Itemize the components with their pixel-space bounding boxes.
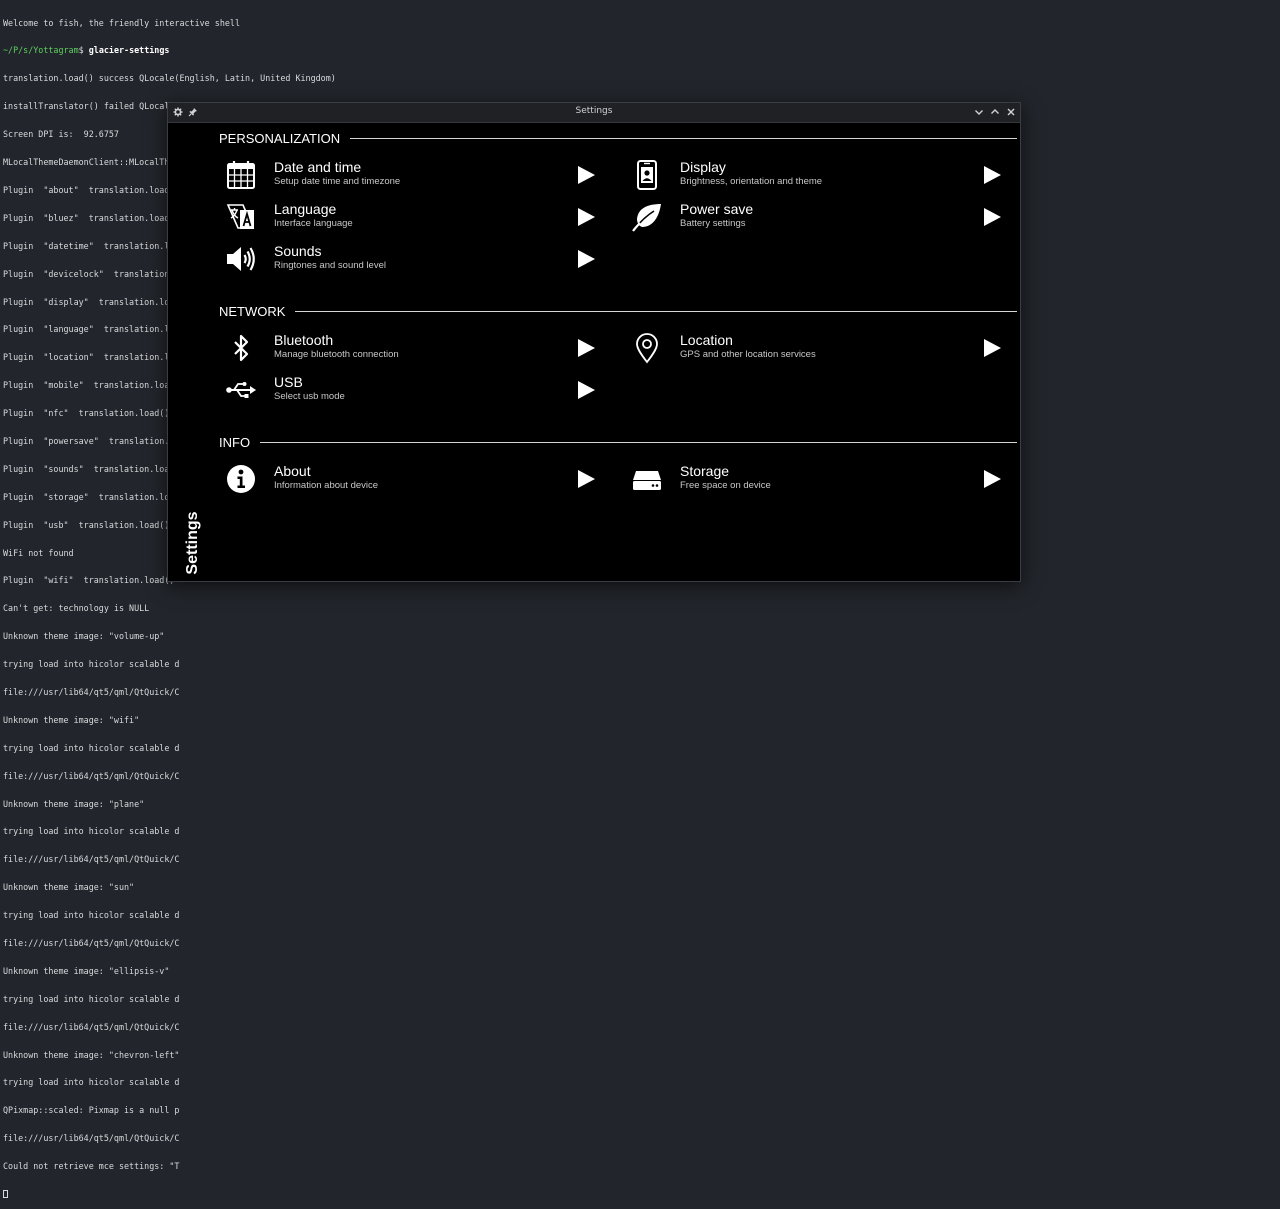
terminal-line: translation.load() success QLocale(Engli…: [3, 74, 336, 84]
page-title-label: Settings: [184, 511, 201, 575]
chevron-down-icon: [975, 110, 983, 115]
play-arrow-icon: [984, 166, 1001, 184]
terminal-line: file:///usr/lib64/qt5/qml/QtQuick/C: [3, 855, 180, 865]
maximize-button[interactable]: [988, 105, 1002, 119]
item-label: Display: [680, 159, 726, 175]
bluetooth-icon: [224, 331, 258, 365]
item-label: Storage: [680, 463, 730, 479]
settings-item-language[interactable]: Language Interface language: [221, 198, 596, 236]
terminal-line: Unknown theme image: "chevron-left": [3, 1050, 180, 1060]
settings-item-bluetooth[interactable]: Bluetooth Manage bluetooth connection: [221, 329, 596, 367]
terminal-line: Unknown theme image: "sun": [3, 883, 135, 893]
section-header-network: NETWORK: [219, 303, 1017, 319]
section-divider: [260, 441, 1017, 443]
settings-item-storage[interactable]: Storage Free space on device: [627, 460, 1002, 498]
item-description: Battery settings: [680, 218, 746, 229]
item-label: About: [274, 463, 311, 479]
play-arrow-icon: [578, 250, 595, 268]
item-description: Brightness, orientation and theme: [680, 176, 823, 187]
item-label: Sounds: [274, 243, 322, 259]
terminal-line: QPixmap::scaled: Pixmap is a null p: [3, 1106, 180, 1116]
play-arrow-icon: [578, 381, 595, 399]
terminal-line: file:///usr/lib64/qt5/qml/QtQuick/C: [3, 1134, 180, 1144]
translate-icon: [224, 200, 258, 234]
play-arrow-icon: [984, 339, 1001, 357]
settings-item-usb[interactable]: USB Select usb mode: [221, 371, 596, 409]
terminal-line: trying load into hicolor scalable d: [3, 994, 180, 1004]
terminal-line: Unknown theme image: "volume-up": [3, 632, 165, 642]
item-description: GPS and other location services: [680, 349, 816, 360]
item-label: Language: [274, 201, 337, 217]
terminal-line: trying load into hicolor scalable d: [3, 1078, 180, 1088]
settings-item-sounds[interactable]: Sounds Ringtones and sound level: [221, 240, 596, 278]
section-divider: [350, 137, 1017, 139]
terminal-prompt-line[interactable]: ~/P/s/Yottagram$ glacier-settings: [3, 46, 1280, 55]
section-header-info: INFO: [219, 434, 1017, 450]
terminal-cursor-line: [3, 1190, 1280, 1199]
window-titlebar[interactable]: Settings: [168, 103, 1020, 123]
terminal-line: file:///usr/lib64/qt5/qml/QtQuick/C: [3, 687, 180, 697]
settings-item-location[interactable]: Location GPS and other location services: [627, 329, 1002, 367]
section-divider: [295, 310, 1017, 312]
terminal-line: trying load into hicolor scalable d: [3, 827, 180, 837]
section-title: PERSONALIZATION: [219, 130, 341, 146]
terminal-line: Unknown theme image: "ellipsis-v": [3, 966, 170, 976]
play-arrow-icon: [578, 470, 595, 488]
terminal-line: file:///usr/lib64/qt5/qml/QtQuick/C: [3, 938, 180, 948]
prompt-symbol: $: [78, 46, 84, 56]
section-title: INFO: [219, 434, 251, 450]
terminal-line: file:///usr/lib64/qt5/qml/QtQuick/C: [3, 1022, 180, 1032]
section-title: NETWORK: [219, 303, 286, 319]
item-label: Bluetooth: [274, 332, 334, 348]
close-icon: [1007, 108, 1015, 116]
item-label: Location: [680, 332, 733, 348]
prompt-path: ~/P/s/Yottagram: [3, 46, 79, 56]
item-description: Interface language: [274, 218, 353, 229]
terminal-line: trying load into hicolor scalable d: [3, 743, 180, 753]
play-arrow-icon: [984, 470, 1001, 488]
item-description: Information about device: [274, 480, 379, 491]
terminal-line: Could not retrieve mce settings: "T: [3, 1162, 180, 1172]
minimize-button[interactable]: [972, 105, 986, 119]
terminal-line: Welcome to fish, the friendly interactiv…: [3, 18, 240, 28]
settings-item-about[interactable]: About Information about device: [221, 460, 596, 498]
item-description: Setup date time and timezone: [274, 176, 401, 187]
page-title: Settings: [178, 511, 208, 575]
terminal-line: Can't get: technology is NULL: [3, 604, 150, 614]
settings-item-display[interactable]: Display Brightness, orientation and them…: [627, 156, 1002, 194]
item-label: USB: [274, 374, 303, 390]
terminal-line: file:///usr/lib64/qt5/qml/QtQuick/C: [3, 771, 180, 781]
hard-drive-icon: [630, 462, 664, 496]
terminal-line: trying load into hicolor scalable d: [3, 911, 180, 921]
terminal-cursor: [3, 1190, 8, 1198]
play-arrow-icon: [984, 208, 1001, 226]
phone-icon: [630, 158, 664, 192]
leaf-icon: [630, 200, 664, 234]
item-description: Ringtones and sound level: [274, 260, 386, 271]
terminal-line: Unknown theme image: "wifi": [3, 715, 140, 725]
play-arrow-icon: [578, 339, 595, 357]
item-label: Power save: [680, 201, 754, 217]
map-pin-icon: [630, 331, 664, 365]
section-header-personalization: PERSONALIZATION: [219, 130, 1017, 146]
window-title: Settings: [575, 106, 613, 116]
play-arrow-icon: [578, 166, 595, 184]
usb-icon: [224, 373, 258, 407]
item-description: Manage bluetooth connection: [274, 349, 399, 360]
close-button[interactable]: [1004, 105, 1018, 119]
settings-window: Settings Settings PERSONALIZATION Date a…: [167, 102, 1021, 582]
chevron-up-icon: [991, 109, 999, 114]
calendar-icon: [224, 158, 258, 192]
item-description: Select usb mode: [274, 391, 345, 402]
play-arrow-icon: [578, 208, 595, 226]
terminal-line: Unknown theme image: "plane": [3, 799, 145, 809]
info-icon: [224, 462, 258, 496]
settings-item-power-save[interactable]: Power save Battery settings: [627, 198, 1002, 236]
item-label: Date and time: [274, 159, 362, 175]
item-description: Free space on device: [680, 480, 771, 491]
terminal-line: trying load into hicolor scalable d: [3, 660, 180, 670]
volume-icon: [224, 242, 258, 276]
settings-item-date-time[interactable]: Date and time Setup date time and timezo…: [221, 156, 596, 194]
prompt-command: glacier-settings: [88, 46, 170, 56]
